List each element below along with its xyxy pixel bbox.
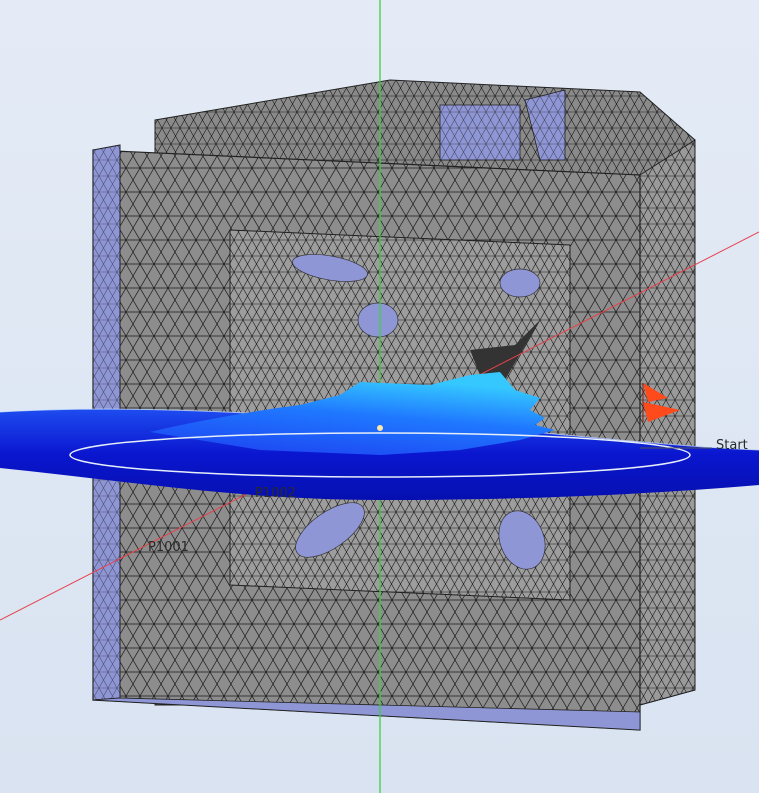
port-hole-2 [499, 268, 541, 298]
p1002-label: P1002 [255, 486, 296, 501]
origin-point [377, 425, 383, 431]
port-hole-3 [357, 302, 399, 338]
3d-scene[interactable]: Start P1001 P1002 [0, 0, 759, 793]
start-label: Start [716, 438, 748, 453]
p1001-label: P1001 [148, 540, 189, 555]
3d-viewport[interactable]: Start P1001 P1002 [0, 0, 759, 793]
